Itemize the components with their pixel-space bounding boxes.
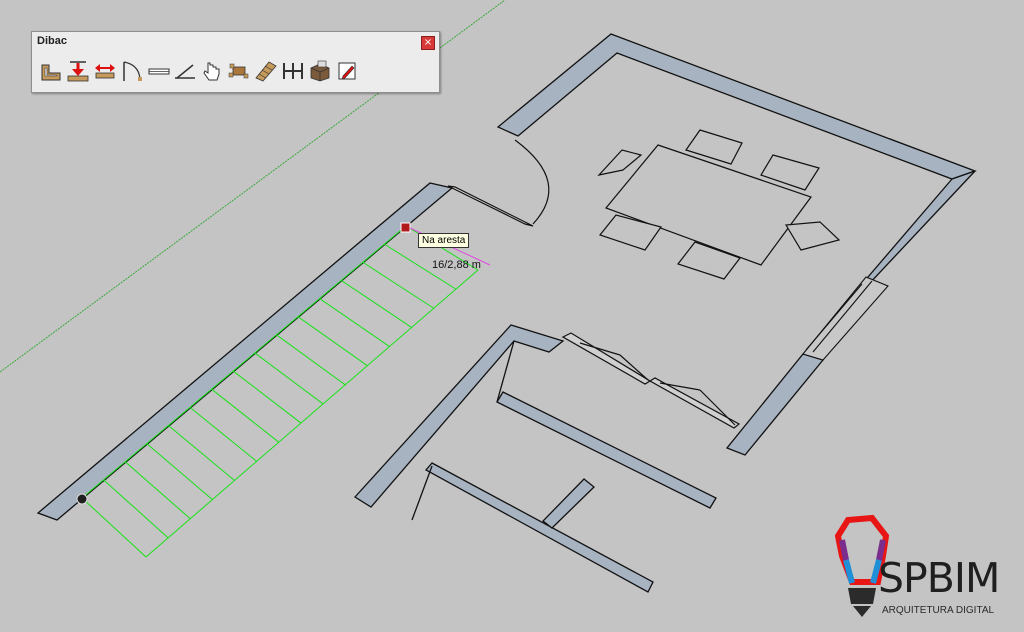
entry-door — [447, 139, 550, 227]
3d-box-icon — [310, 60, 330, 82]
hand-icon — [203, 62, 220, 81]
wall-room-right-lower[interactable] — [725, 353, 825, 456]
properties-tool-button[interactable] — [334, 56, 360, 86]
toolbar-titlebar[interactable]: Dibac × — [32, 32, 439, 52]
logo-tagline: ARQUITETURA DIGITAL — [882, 605, 995, 616]
wall-down-arrow-icon — [67, 61, 89, 82]
stair-tread — [146, 443, 213, 500]
rail-tool-button[interactable] — [280, 56, 306, 86]
table-chairs-icon — [228, 63, 249, 79]
stairs-icon — [255, 61, 277, 82]
toolbar-title: Dibac — [37, 35, 67, 47]
furniture-tool-button[interactable] — [226, 56, 252, 86]
right-window — [802, 276, 889, 361]
stair-tread — [168, 425, 235, 481]
pencil-edit-icon — [338, 62, 356, 80]
rail-icon — [283, 63, 304, 79]
wall-extend-arrows-icon — [94, 64, 115, 79]
wall-from-line-button[interactable] — [65, 56, 91, 86]
wall-tool-button[interactable] — [38, 56, 64, 86]
folding-door — [561, 332, 741, 429]
stair-tread — [211, 388, 280, 443]
door-swing-icon — [122, 61, 142, 82]
spbim-logo: SPBIM ARQUITETURA DIGITAL — [832, 514, 1020, 626]
wall-room-top[interactable] — [496, 33, 977, 180]
window-tool-button[interactable] — [146, 56, 172, 86]
snap-on-edge-marker — [400, 222, 411, 233]
wall-room-right[interactable] — [860, 170, 976, 286]
stair-outline — [81, 225, 479, 558]
window-icon — [148, 68, 170, 75]
wall-lower-stub[interactable] — [542, 478, 595, 529]
sliding-door-tool-button[interactable] — [172, 56, 198, 86]
wall-lower-inner[interactable] — [424, 462, 654, 593]
stair-tread — [189, 406, 257, 462]
stair-tread — [254, 352, 324, 405]
stair-tread — [124, 461, 191, 520]
stair-tread — [232, 370, 302, 424]
wall-extend-button[interactable] — [92, 56, 118, 86]
sliding-door-icon — [175, 64, 196, 79]
toolbar-buttons — [38, 56, 361, 86]
close-button[interactable]: × — [421, 36, 435, 50]
wall-lower-link — [411, 465, 433, 521]
dimension-readout: 16/2,88 m — [432, 259, 481, 271]
snap-endpoint-marker — [76, 493, 88, 505]
snap-tooltip: Na aresta — [418, 233, 470, 248]
wall-icon — [41, 64, 61, 81]
door-tool-button[interactable] — [119, 56, 145, 86]
wall-lower-long[interactable] — [496, 391, 717, 509]
hand-select-tool-button[interactable] — [199, 56, 225, 86]
stair-treads — [103, 243, 457, 539]
logo-brand: SPBIM — [878, 554, 1000, 602]
3d-convert-tool-button[interactable] — [307, 56, 333, 86]
stair-tool-button[interactable] — [253, 56, 279, 86]
dibac-toolbar: Dibac × — [31, 31, 440, 93]
stair-tread — [103, 479, 169, 539]
